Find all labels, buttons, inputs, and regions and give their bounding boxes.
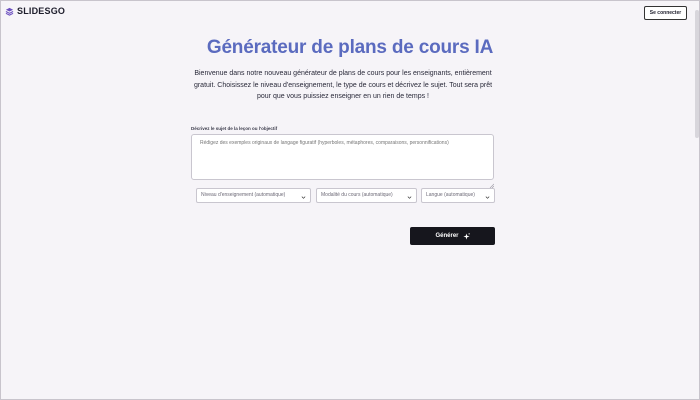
language-select-value: Langue (automatique) [426,192,475,198]
level-select[interactable]: Niveau d'enseignement (automatique) [196,188,311,203]
chevron-down-icon [485,193,490,206]
topic-textarea[interactable] [191,134,494,180]
login-button[interactable]: Se connecter [644,6,687,20]
generate-label: Générer [435,233,459,239]
logo[interactable]: SLIDESGO [5,6,65,16]
sparkle-icon [462,227,470,245]
language-select[interactable]: Langue (automatique) [421,188,495,203]
chevron-down-icon [407,193,412,206]
modality-select[interactable]: Modalité du cours (automatique) [316,188,417,203]
modality-select-value: Modalité du cours (automatique) [321,192,393,198]
scrollbar[interactable] [695,10,699,138]
generate-button[interactable]: Générer [410,227,495,245]
intro-text: Bienvenue dans notre nouveau générateur … [193,70,493,100]
chevron-down-icon [301,193,306,206]
level-select-value: Niveau d'enseignement (automatique) [201,192,286,198]
topic-label: Décrivez le sujet de la leçon ou l'objec… [191,126,278,131]
page-title: Générateur de plans de cours IA [206,37,494,58]
slidesgo-logo-icon [5,7,14,16]
top-bar: SLIDESGO Se connecter [0,0,700,24]
resize-grip-icon[interactable] [489,175,495,189]
logo-text: SLIDESGO [17,6,66,16]
